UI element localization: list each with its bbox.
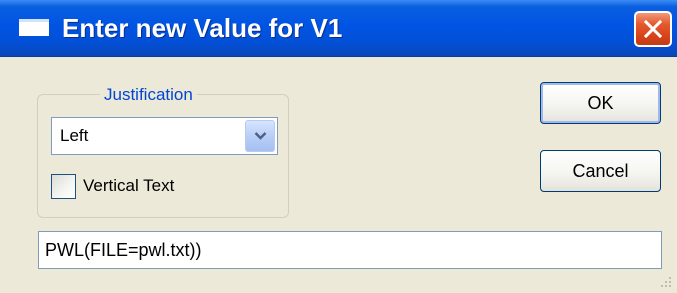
- window-icon: [19, 19, 49, 36]
- value-input-text: PWL(FILE=pwl.txt)): [45, 240, 202, 260]
- resize-grip-icon[interactable]: [657, 273, 673, 289]
- ok-button-label: OK: [587, 93, 614, 113]
- cancel-button-label: Cancel: [572, 161, 629, 181]
- chevron-down-icon: [254, 132, 267, 140]
- justification-selected-value: Left: [60, 126, 89, 145]
- dialog-window: Enter new Value for V1 Justification Lef…: [0, 0, 677, 293]
- vertical-text-checkbox[interactable]: [51, 174, 76, 199]
- close-button[interactable]: [634, 11, 672, 47]
- vertical-text-label[interactable]: Vertical Text: [83, 176, 174, 196]
- ok-button[interactable]: OK: [540, 82, 661, 124]
- justification-legend: Justification: [100, 85, 197, 104]
- title-bar[interactable]: Enter new Value for V1: [0, 0, 677, 57]
- dropdown-button[interactable]: [245, 120, 275, 152]
- window-title: Enter new Value for V1: [62, 13, 343, 43]
- justification-group: [37, 94, 289, 218]
- value-input[interactable]: PWL(FILE=pwl.txt)): [38, 231, 662, 269]
- close-icon: [644, 20, 662, 38]
- cancel-button[interactable]: Cancel: [540, 150, 661, 192]
- justification-select[interactable]: Left: [51, 117, 278, 155]
